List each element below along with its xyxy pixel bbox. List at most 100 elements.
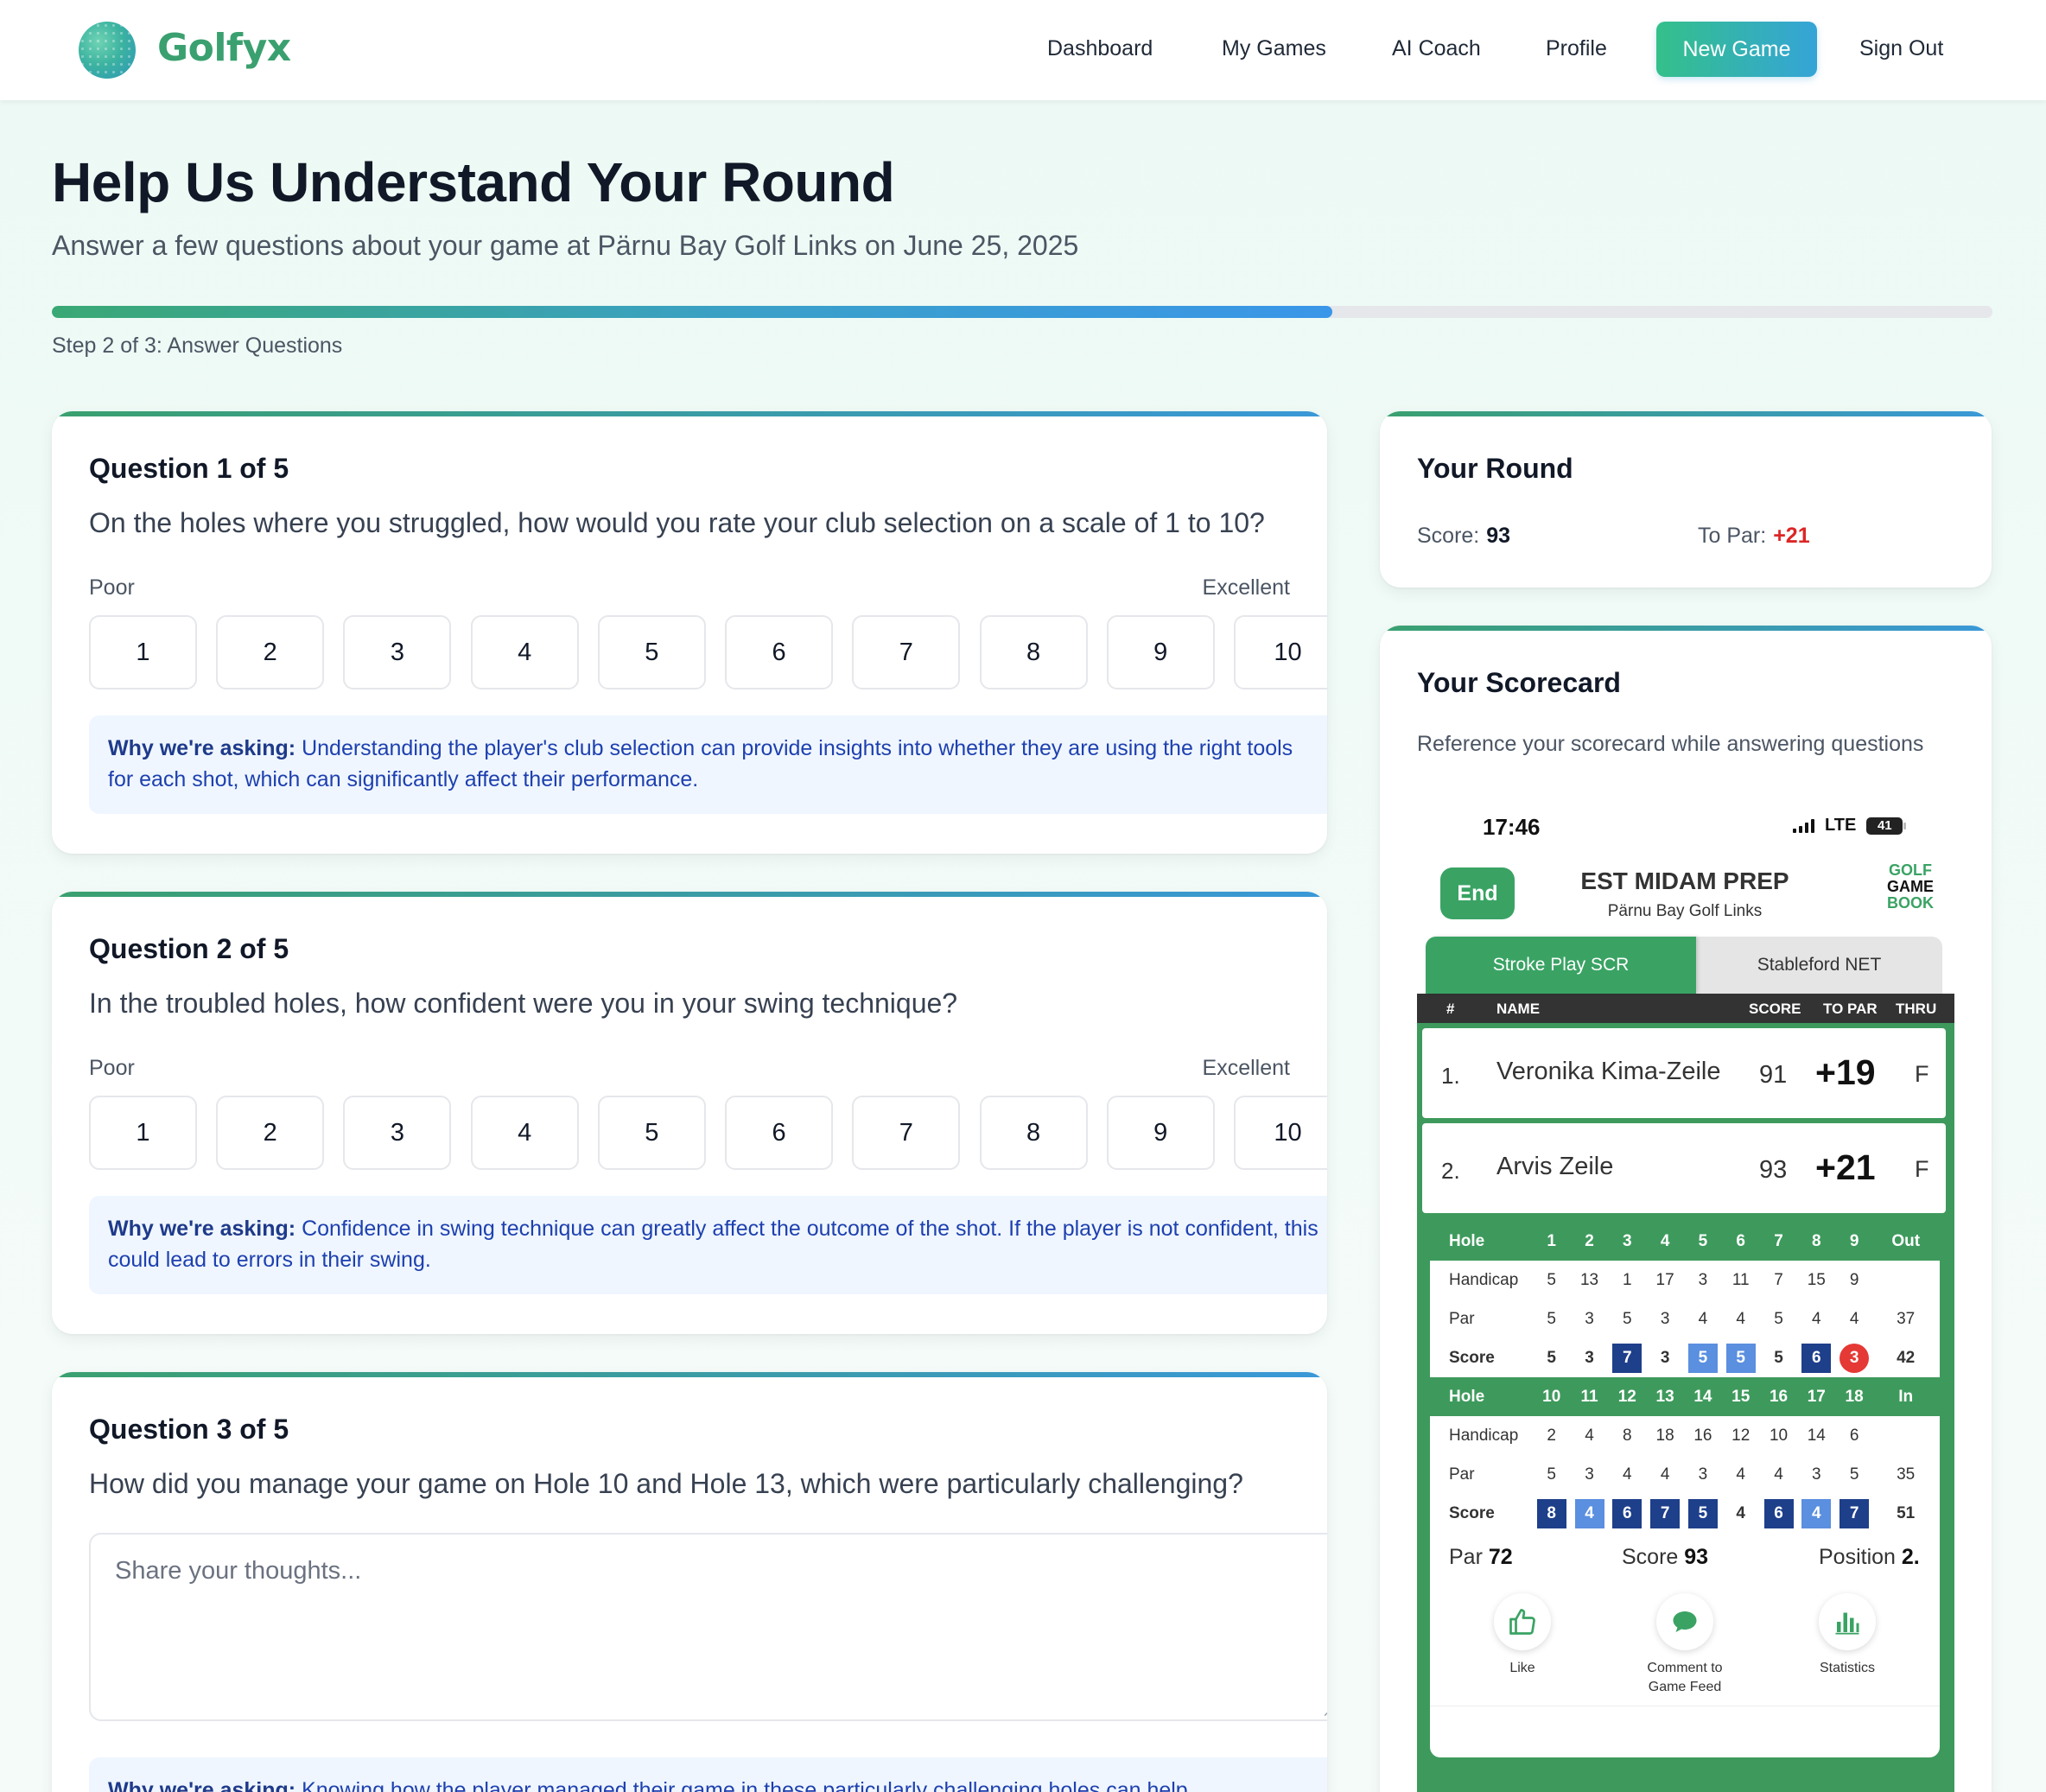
- scorecard-cell: 3: [1698, 1271, 1708, 1289]
- page-subtitle: Answer a few questions about your game a…: [52, 230, 1079, 261]
- rating-button-7[interactable]: 7: [852, 615, 961, 689]
- leaderboard-header: # NAME SCORE TO PAR THRU: [1417, 994, 1954, 1023]
- answer-textarea[interactable]: Share your thoughts...: [89, 1533, 1327, 1721]
- battery-level: 41: [1877, 818, 1892, 833]
- rating-button-8[interactable]: 8: [979, 615, 1088, 689]
- scorecard-cell: 7: [1650, 1499, 1681, 1528]
- nav-dashboard[interactable]: Dashboard: [1047, 36, 1153, 61]
- scorecard-cell: 4: [1736, 1465, 1745, 1484]
- round-summary: Par 72 Score 93 Position 2.: [1430, 1533, 1940, 1585]
- tab-stroke-play[interactable]: Stroke Play SCR: [1426, 937, 1696, 994]
- scorecard-cell: 3: [1839, 1344, 1870, 1373]
- scorecard-cell: 10: [1769, 1427, 1789, 1445]
- battery-icon: 41: [1866, 817, 1907, 835]
- nav-profile[interactable]: Profile: [1546, 36, 1607, 61]
- rating-button-9[interactable]: 9: [1106, 1096, 1215, 1170]
- golfyx-logo-icon[interactable]: [79, 22, 136, 79]
- question-card-1: Question 1 of 5 On the holes where you s…: [52, 411, 1327, 854]
- question-text: On the holes where you struggled, how wo…: [89, 507, 1265, 538]
- scorecard-cell: 6: [1736, 1232, 1745, 1250]
- nav-ai-coach[interactable]: AI Coach: [1392, 36, 1481, 61]
- round-score: Score: 93: [1417, 524, 1510, 549]
- rating-button-2[interactable]: 2: [216, 615, 325, 689]
- why-asking-box: Why we're asking: Understanding the play…: [89, 715, 1327, 814]
- scorecard-cell: 6: [1849, 1427, 1859, 1445]
- sign-out-link[interactable]: Sign Out: [1859, 36, 1943, 61]
- scorecard-cell: 5: [1725, 1344, 1756, 1373]
- rating-button-2[interactable]: 2: [216, 1096, 325, 1170]
- rating-button-6[interactable]: 6: [725, 1096, 834, 1170]
- social-actions: Like Comment to Game Feed Statistics: [1430, 1585, 1940, 1706]
- scorecard-cell: 16: [1693, 1427, 1712, 1445]
- scorecard-cell: 5: [1698, 1232, 1708, 1250]
- rating-button-4[interactable]: 4: [470, 1096, 579, 1170]
- rating-scale: 1 2 3 4 5 6 7 8 9 10: [89, 1096, 1327, 1170]
- scorecard-cell: 4: [1585, 1427, 1594, 1445]
- end-button[interactable]: End: [1440, 867, 1515, 919]
- brand-name[interactable]: Golfyx: [157, 26, 291, 70]
- scorecard-cell: 11: [1580, 1388, 1598, 1406]
- resize-handle-icon[interactable]: [1325, 1704, 1327, 1716]
- round-to-par: To Par: +21: [1698, 524, 1810, 549]
- signal-icon: [1793, 818, 1814, 833]
- scorecard-cell: 15: [1807, 1271, 1826, 1289]
- comment-action[interactable]: Comment to Game Feed: [1620, 1593, 1750, 1697]
- question-title: Question 1 of 5: [89, 453, 289, 484]
- rating-button-5[interactable]: 5: [597, 615, 706, 689]
- rating-button-7[interactable]: 7: [852, 1096, 961, 1170]
- event-course: Pärnu Bay Golf Links: [1607, 902, 1763, 920]
- scorecard-cell: 5: [1687, 1499, 1718, 1528]
- score-value: 93: [1486, 524, 1511, 548]
- handicap-row: Handicap 5 13 1 17 3 11 7 15 9: [1430, 1261, 1940, 1300]
- scorecard-cell: 7: [1774, 1232, 1783, 1250]
- scorecard-cell: 7: [1774, 1271, 1783, 1289]
- statistics-action[interactable]: Statistics: [1782, 1593, 1912, 1678]
- rating-button-1[interactable]: 1: [89, 1096, 197, 1170]
- like-action[interactable]: Like: [1458, 1593, 1587, 1678]
- nav-my-games[interactable]: My Games: [1222, 36, 1326, 61]
- scorecard-cell: 1: [1623, 1271, 1632, 1289]
- why-asking-label: Why we're asking:: [108, 1778, 296, 1792]
- rating-button-5[interactable]: 5: [597, 1096, 706, 1170]
- leaderboard-row[interactable]: 1. Veronika Kima-Zeile 91 +19 F: [1422, 1028, 1946, 1118]
- par-row: Par 5 3 5 3 4 4 5 4 4 37: [1430, 1300, 1940, 1338]
- scorecard-cell: 4: [1574, 1499, 1604, 1528]
- hole-number-row: Hole 10 11 12 13 14 15 16 17 18 In: [1430, 1377, 1940, 1416]
- thumbs-up-icon[interactable]: [1494, 1593, 1551, 1650]
- rating-button-3[interactable]: 3: [343, 615, 452, 689]
- scorecard-cell: 12: [1617, 1388, 1636, 1406]
- scorecard-cell: 6: [1763, 1499, 1794, 1528]
- scorecard-total: 37: [1897, 1310, 1916, 1328]
- new-game-button[interactable]: New Game: [1656, 22, 1817, 77]
- rating-button-6[interactable]: 6: [725, 615, 834, 689]
- leaderboard-row[interactable]: 2. Arvis Zeile 93 +21 F: [1422, 1123, 1946, 1213]
- rating-button-10[interactable]: 10: [1233, 1096, 1327, 1170]
- rating-button-3[interactable]: 3: [343, 1096, 452, 1170]
- scorecard-cell: 13: [1579, 1271, 1599, 1289]
- scorecard-cell: 2: [1547, 1427, 1556, 1445]
- scorecard-cell: 8: [1536, 1499, 1566, 1528]
- scorecard-cell: 3: [1585, 1310, 1594, 1328]
- question-title: Question 3 of 5: [89, 1414, 289, 1445]
- comment-bubble-icon[interactable]: [1656, 1593, 1713, 1650]
- tab-stableford[interactable]: Stableford NET: [1696, 937, 1942, 994]
- scale-high-label: Excellent: [1202, 1056, 1290, 1080]
- scorecard-total: 51: [1897, 1504, 1916, 1522]
- rating-button-10[interactable]: 10: [1233, 615, 1327, 689]
- scorecard-cell: 5: [1687, 1344, 1718, 1373]
- rating-button-9[interactable]: 9: [1106, 615, 1215, 689]
- hole-number-row: Hole 1 2 3 4 5 6 7 8 9 Out: [1430, 1222, 1940, 1261]
- to-par-value: +21: [1773, 524, 1810, 548]
- scorecard-cell: 3: [1585, 1465, 1594, 1484]
- rating-button-8[interactable]: 8: [979, 1096, 1088, 1170]
- progress-bar: [52, 306, 1992, 318]
- scorecard-total: 42: [1897, 1349, 1916, 1367]
- scorecard-cell: 18: [1655, 1427, 1674, 1445]
- bar-chart-icon[interactable]: [1819, 1593, 1876, 1650]
- scorecard-cell: 5: [1547, 1271, 1556, 1289]
- rating-button-1[interactable]: 1: [89, 615, 197, 689]
- rating-button-4[interactable]: 4: [470, 615, 579, 689]
- scorecard-cell: 4: [1698, 1310, 1708, 1328]
- scorecard-cell: 7: [1612, 1344, 1643, 1373]
- event-title: EST MIDAM PREP: [1580, 867, 1789, 894]
